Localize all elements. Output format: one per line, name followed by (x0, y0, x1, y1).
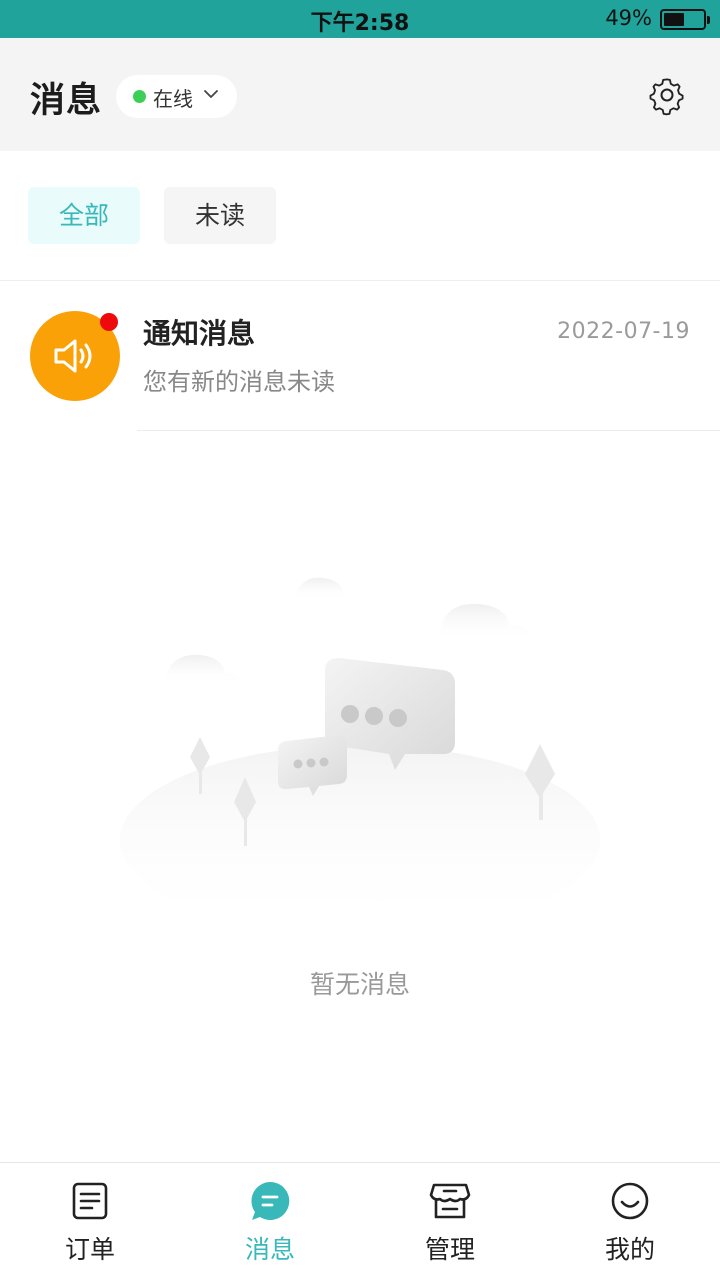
message-date: 2022-07-19 (557, 319, 690, 344)
message-subtitle: 您有新的消息未读 (143, 368, 335, 396)
gear-icon[interactable] (646, 74, 688, 116)
filter-unread-button[interactable]: 未读 (164, 187, 276, 244)
smile-face-icon (611, 1182, 649, 1220)
empty-state-text: 暂无消息 (309, 970, 410, 999)
tab-manage[interactable]: 管理 (360, 1163, 540, 1280)
unread-badge (100, 313, 118, 331)
tab-label: 管理 (424, 1235, 475, 1264)
notification-avatar (30, 311, 120, 401)
tab-label: 消息 (244, 1235, 295, 1264)
online-status-label: 在线 (153, 87, 193, 111)
bottom-tab-bar: 订单 消息 管理 我的 (0, 1162, 720, 1280)
tab-label: 我的 (604, 1235, 655, 1264)
filter-tabs: 全部 未读 (0, 151, 720, 281)
tab-messages[interactable]: 消息 (180, 1163, 360, 1280)
battery-icon (660, 9, 710, 30)
list-item[interactable]: 通知消息 2022-07-19 您有新的消息未读 (0, 282, 720, 431)
message-title: 通知消息 (143, 317, 256, 350)
filter-all-button[interactable]: 全部 (28, 187, 140, 244)
page-header: 消息 在线 (0, 38, 720, 151)
order-document-icon (72, 1182, 108, 1220)
online-dot-icon (133, 90, 146, 103)
store-icon (429, 1183, 471, 1219)
online-status-dropdown[interactable]: 在线 (116, 75, 237, 118)
divider (137, 430, 720, 431)
speaker-icon (54, 339, 92, 373)
tab-label: 订单 (64, 1235, 115, 1264)
chevron-down-icon (204, 90, 218, 98)
tab-mine[interactable]: 我的 (540, 1163, 720, 1280)
tab-orders[interactable]: 订单 (0, 1163, 180, 1280)
status-bar: 下午2:58 49% (0, 0, 720, 38)
chat-bubbles-illustration (120, 577, 600, 900)
battery-percentage: 49% (605, 6, 652, 30)
page-title: 消息 (30, 81, 103, 121)
message-bubble-icon (251, 1181, 290, 1220)
